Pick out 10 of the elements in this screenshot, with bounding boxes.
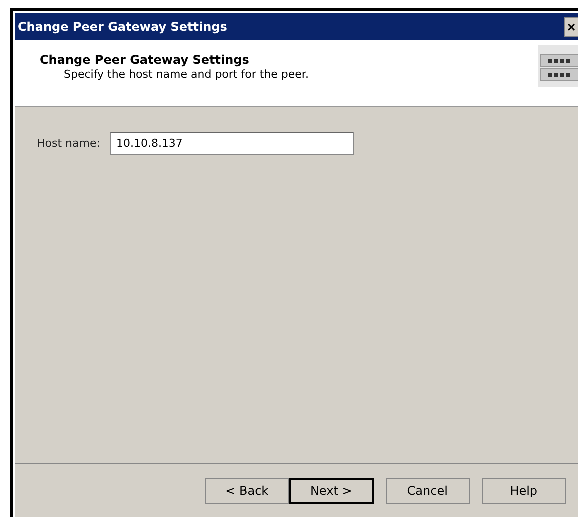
header-title: Change Peer Gateway Settings: [40, 53, 250, 67]
close-button[interactable]: ×: [564, 16, 578, 36]
dialog-button[interactable]: Cancel: [386, 478, 470, 504]
window-title: Change Peer Gateway Settings: [18, 20, 228, 34]
dialog-button[interactable]: Help: [482, 478, 566, 504]
host-name-field[interactable]: 10.10.8.137: [110, 132, 354, 155]
host-name-label: Host name:: [37, 137, 100, 150]
header-subtitle: Specify the host name and port for the peer.: [63, 68, 309, 81]
dialog-button[interactable]: Next >: [289, 478, 374, 504]
dialog-button[interactable]: < Back: [205, 478, 290, 504]
